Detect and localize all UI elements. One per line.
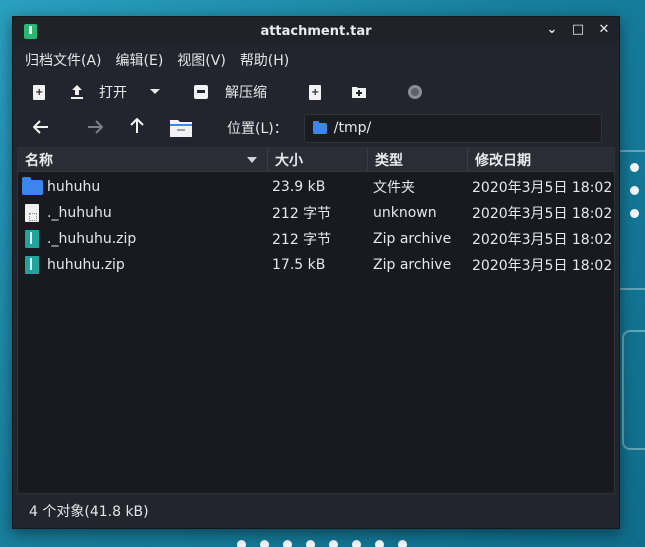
file-modified: 2020年3月5日 18:02	[472, 232, 613, 248]
menu-view[interactable]: 视图(V)	[177, 48, 226, 72]
home-folder-icon[interactable]	[169, 118, 193, 138]
sort-down-icon	[247, 157, 257, 163]
chevron-down-icon	[150, 89, 160, 94]
upload-arrow-icon	[69, 84, 85, 100]
file-name-cell: ._huhuhu.zip	[18, 229, 268, 249]
zip-file-icon	[21, 255, 43, 275]
desktop-dot	[398, 540, 407, 547]
location-field[interactable]: /tmp/	[303, 113, 602, 143]
file-name: ._huhuhu.zip	[47, 231, 137, 247]
file-modified: 2020年3月5日 18:02	[472, 180, 613, 196]
menu-bar: 归档文件(A) 编辑(E) 视图(V) 帮助(H)	[13, 45, 619, 75]
forward-arrow-icon[interactable]	[85, 118, 105, 139]
menu-archive[interactable]: 归档文件(A)	[25, 48, 102, 72]
column-header-type[interactable]: 类型	[368, 148, 468, 171]
desktop-dot	[260, 540, 269, 547]
column-name-label: 名称	[25, 152, 53, 169]
open-button[interactable]: 打开	[69, 77, 127, 107]
file-row[interactable]: huhuhu.zip 17.5 kB Zip archive 2020年3月5日…	[18, 252, 614, 278]
file-name-cell: huhuhu	[18, 176, 268, 197]
file-type: unknown	[373, 205, 437, 221]
file-size: 212 字节	[272, 232, 332, 248]
zip-file-icon	[21, 229, 43, 249]
add-file-icon: +	[309, 84, 321, 100]
file-icon	[21, 203, 43, 223]
file-modified: 2020年3月5日 18:02	[472, 258, 613, 274]
file-type: Zip archive	[373, 231, 452, 247]
new-archive-button[interactable]: +	[31, 77, 47, 107]
menu-edit[interactable]: 编辑(E)	[116, 48, 164, 72]
location-label: 位置(L)：	[227, 121, 288, 137]
archive-app-icon	[24, 24, 37, 39]
extract-button[interactable]: 解压缩	[193, 77, 267, 107]
status-text: 4 个对象(41.8 kB)	[29, 504, 149, 520]
folder-icon	[312, 120, 327, 134]
file-size: 212 字节	[272, 206, 332, 222]
file-name: huhuhu.zip	[47, 257, 125, 273]
title-bar[interactable]: attachment.tar ⌄ □ ✕	[13, 17, 619, 45]
desktop-dot	[630, 209, 639, 218]
file-row[interactable]: ._huhuhu.zip 212 字节 Zip archive 2020年3月5…	[18, 226, 614, 252]
file-modified: 2020年3月5日 18:02	[472, 206, 613, 222]
back-arrow-icon[interactable]	[31, 118, 51, 139]
desktop-decoration	[622, 330, 645, 450]
location-bar: 位置(L)： /tmp/	[13, 109, 619, 147]
stop-icon	[407, 84, 423, 100]
add-folder-icon	[351, 84, 367, 100]
minimize-button[interactable]: ⌄	[545, 22, 559, 38]
file-name: ._huhuhu	[47, 205, 112, 221]
desktop-dot	[329, 540, 338, 547]
toolbar: + 打开 解压缩 +	[13, 75, 619, 109]
column-header-name[interactable]: 名称	[18, 148, 268, 171]
add-file-button[interactable]: +	[307, 77, 323, 107]
up-arrow-icon[interactable]	[127, 117, 147, 139]
column-size-label: 大小	[275, 152, 303, 169]
column-header-modified[interactable]: 修改日期	[468, 148, 614, 171]
file-name-cell: ._huhuhu	[18, 203, 268, 223]
window-controls: ⌄ □ ✕	[545, 22, 611, 38]
file-name: huhuhu	[47, 179, 101, 195]
window-title: attachment.tar	[260, 23, 372, 39]
desktop-dot	[306, 540, 315, 547]
file-name-cell: huhuhu.zip	[18, 255, 268, 275]
add-folder-button[interactable]	[351, 77, 367, 107]
desktop-dot	[283, 540, 292, 547]
open-label: 打开	[99, 85, 127, 101]
new-document-icon: +	[33, 84, 45, 100]
desktop-dot	[237, 540, 246, 547]
status-bar: 4 个对象(41.8 kB)	[13, 494, 619, 528]
open-dropdown-button[interactable]	[149, 77, 161, 107]
menu-help[interactable]: 帮助(H)	[240, 48, 289, 72]
archive-manager-window: attachment.tar ⌄ □ ✕ 归档文件(A) 编辑(E) 视图(V)…	[12, 16, 620, 529]
desktop-dot	[630, 163, 639, 172]
file-list: 名称 大小 类型 修改日期 huhuhu 23.9 kB 文件夹 2020年3月…	[17, 147, 615, 494]
extract-label: 解压缩	[225, 85, 267, 101]
extract-archive-icon	[193, 84, 209, 100]
file-row[interactable]: ._huhuhu 212 字节 unknown 2020年3月5日 18:02	[18, 200, 614, 226]
stop-button[interactable]	[407, 77, 423, 107]
file-size: 23.9 kB	[272, 179, 326, 195]
file-size: 17.5 kB	[272, 257, 326, 273]
list-header: 名称 大小 类型 修改日期	[18, 148, 614, 172]
file-row[interactable]: huhuhu 23.9 kB 文件夹 2020年3月5日 18:02	[18, 174, 614, 200]
desktop-dot	[352, 540, 361, 547]
maximize-button[interactable]: □	[571, 22, 585, 38]
column-header-size[interactable]: 大小	[268, 148, 368, 171]
column-modified-label: 修改日期	[475, 152, 531, 169]
desktop-dot	[375, 540, 384, 547]
location-path: /tmp/	[333, 120, 372, 136]
folder-icon	[21, 176, 43, 197]
file-type: Zip archive	[373, 257, 452, 273]
desktop-dot	[630, 186, 639, 195]
close-button[interactable]: ✕	[597, 22, 611, 38]
file-type: 文件夹	[373, 180, 415, 196]
column-type-label: 类型	[375, 152, 403, 169]
